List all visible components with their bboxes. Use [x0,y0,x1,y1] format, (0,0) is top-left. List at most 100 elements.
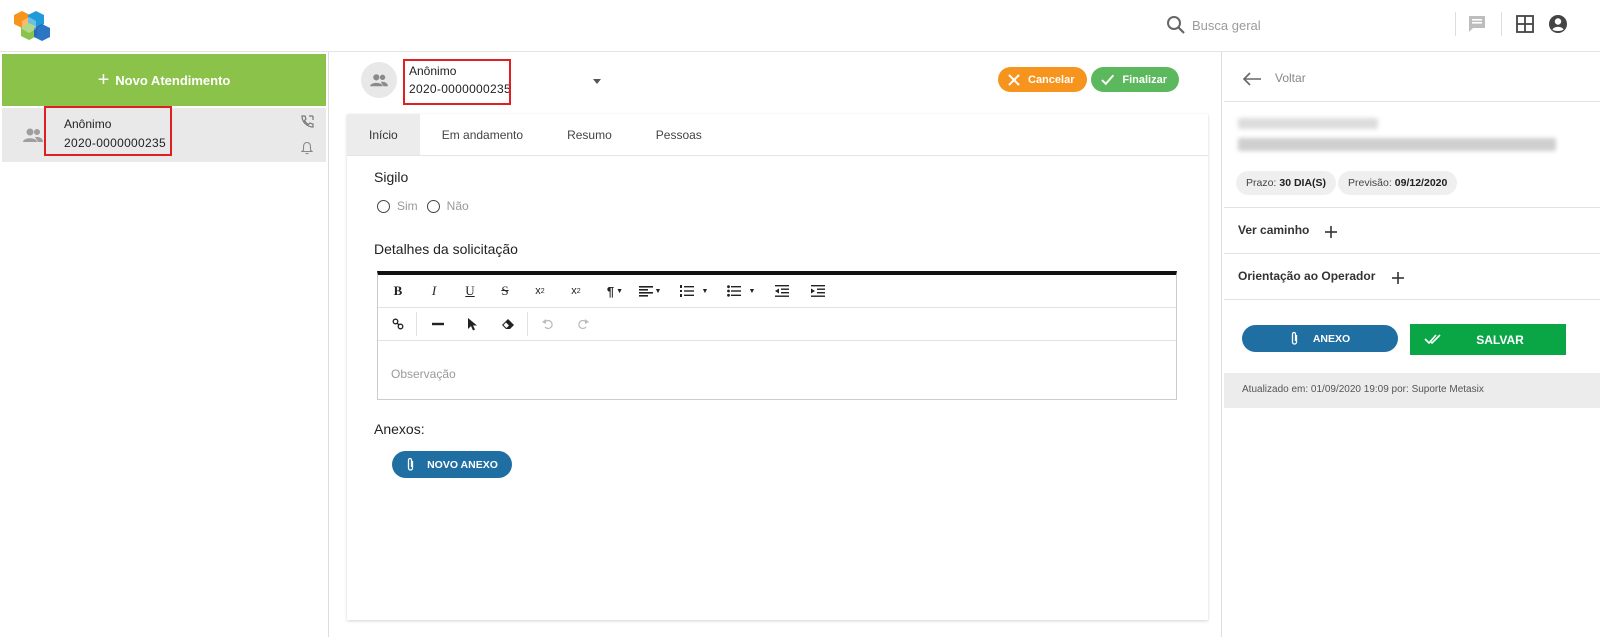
radio-sim-label: Sim [397,199,418,213]
chat-icon[interactable] [1466,13,1488,35]
radio-sim[interactable] [377,199,390,213]
back-row[interactable]: Voltar [1224,52,1600,102]
paragraph-dropdown[interactable]: ¶ ▼ [600,275,630,307]
divider [1455,12,1456,36]
toolbar-separator [416,312,417,336]
close-icon [1008,73,1020,86]
paragraph-icon: ¶ [606,283,615,299]
unordered-list-dropdown[interactable]: ▼ [721,275,761,307]
chevron-down-icon: ▼ [748,287,756,295]
horizontal-rule-button[interactable] [422,308,454,340]
save-label: SALVAR [1476,332,1524,347]
tab-inicio[interactable]: Início [347,114,420,155]
caller-avatar [361,62,397,98]
anexos-title: Anexos: [374,421,425,437]
plus-icon[interactable] [1391,271,1405,285]
redacted-text [1238,138,1556,151]
superscript-mark: 2 [576,287,581,295]
tab-pessoas[interactable]: Pessoas [634,114,724,155]
bold-button[interactable]: B [382,275,414,307]
grid-icon[interactable] [1514,13,1536,35]
finish-button[interactable]: Finalizar [1091,67,1179,92]
left-panel: + Novo Atendimento Anônimo 2020-00000002… [0,52,329,637]
indent-icon [811,285,825,297]
deadline-chip: Prazo: 30 DIA(S) [1236,171,1337,195]
chevron-down-icon[interactable] [593,79,601,84]
arrow-left-icon[interactable] [1242,72,1262,86]
forecast-chip: Previsão: 09/12/2020 [1338,171,1458,195]
ordered-list-icon [679,285,694,297]
align-left-icon [638,285,653,297]
save-button[interactable]: SALVAR [1410,324,1566,355]
deadline-value: 30 DIA(S) [1279,177,1327,189]
editor-toolbar-row-1: B I U S x2 x2 ¶ ▼ ▼ ▼ ▼ [378,275,1176,308]
radio-nao[interactable] [426,199,440,213]
undo-icon [542,319,553,330]
bell-icon[interactable] [301,141,313,155]
new-attendance-button[interactable]: + Novo Atendimento [2,54,326,106]
link-icon [392,318,404,330]
italic-button[interactable]: I [418,275,450,307]
ver-caminho-label: Ver caminho [1238,223,1310,237]
plus-icon[interactable] [1324,225,1338,239]
highlight-box [44,106,172,156]
new-attachment-button[interactable]: NOVO ANEXO [392,451,512,478]
global-search[interactable] [1166,12,1412,38]
orientacao-label: Orientação ao Operador [1238,269,1376,283]
tab-resumo[interactable]: Resumo [545,114,634,155]
attendance-list-item[interactable]: Anônimo 2020-0000000235 [2,106,326,162]
subscript-button[interactable]: x2 [524,275,556,307]
underline-button[interactable]: U [454,275,486,307]
orientacao-section[interactable]: Orientação ao Operador [1224,253,1600,300]
tab-bar: Início Em andamento Resumo Pessoas [347,114,1208,156]
rich-text-editor: B I U S x2 x2 ¶ ▼ ▼ ▼ ▼ Observação [377,271,1177,400]
chevron-down-icon: ▼ [616,287,624,295]
align-dropdown[interactable]: ▼ [633,275,667,307]
cancel-button[interactable]: Cancelar [998,67,1087,92]
tab-em-andamento[interactable]: Em andamento [420,114,545,155]
search-input[interactable] [1192,17,1412,33]
finish-label: Finalizar [1122,73,1167,86]
sigilo-radio-group: Sim Não [377,199,475,213]
forecast-label: Previsão: [1348,177,1392,189]
right-panel: Voltar Prazo: 30 DIA(S) Previsão: 09/12/… [1221,52,1600,637]
logo-icon[interactable] [14,9,52,43]
forecast-value: 09/12/2020 [1394,177,1448,189]
chevron-down-icon: ▼ [701,287,709,295]
top-bar [0,0,1600,52]
highlight-box [403,59,511,105]
deadline-label: Prazo: [1246,177,1277,189]
account-icon[interactable] [1547,13,1569,35]
ordered-list-dropdown[interactable]: ▼ [674,275,714,307]
outdent-button[interactable] [766,275,798,307]
back-label[interactable]: Voltar [1275,71,1306,85]
indent-button[interactable] [802,275,834,307]
phone-icon[interactable] [300,115,314,129]
cursor-icon [468,317,477,330]
strikethrough-button[interactable]: S [489,275,521,307]
outdent-icon [775,285,789,297]
bullet-list-icon [726,285,741,297]
horizontal-rule-icon [432,322,444,326]
plus-icon: + [97,69,110,91]
redo-button[interactable] [567,308,599,340]
superscript-button[interactable]: x2 [560,275,592,307]
subscript-mark: 2 [540,287,545,295]
right-panel-content: Voltar Prazo: 30 DIA(S) Previsão: 09/12/… [1224,52,1600,637]
select-pointer-button[interactable] [457,308,489,340]
undo-button[interactable] [532,308,564,340]
editor-placeholder: Observação [391,367,456,381]
attachment-button[interactable]: ANEXO [1242,325,1398,352]
people-icon [23,128,43,142]
link-button[interactable] [382,308,414,340]
eraser-icon [501,318,514,329]
toolbar-separator [527,312,528,336]
observation-textarea[interactable]: Observação [378,342,1176,400]
search-icon[interactable] [1166,15,1186,35]
center-panel: Anônimo 2020-0000000235 Cancelar Finaliz… [329,52,1221,637]
ver-caminho-section[interactable]: Ver caminho [1224,207,1600,254]
new-attachment-label: NOVO ANEXO [427,458,498,471]
clear-format-button[interactable] [492,308,524,340]
cancel-label: Cancelar [1028,73,1075,86]
new-attendance-label: Novo Atendimento [115,72,231,88]
